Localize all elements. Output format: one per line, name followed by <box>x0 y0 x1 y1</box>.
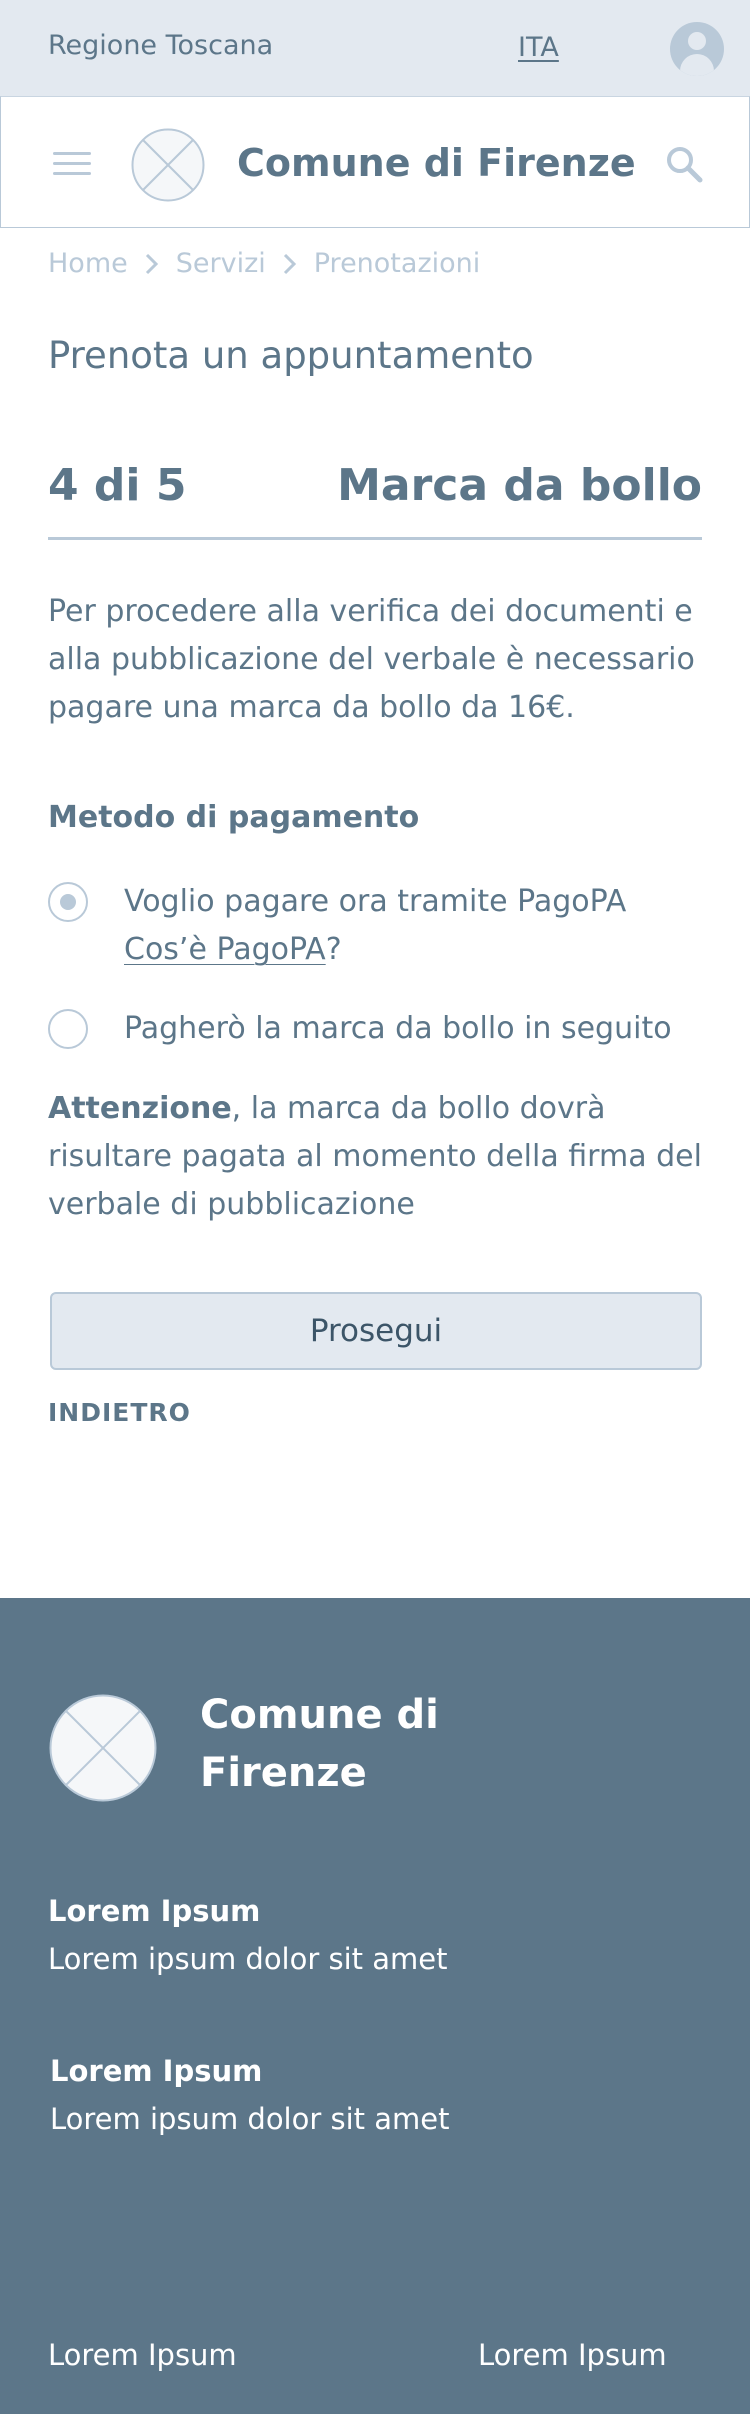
radio-pay-now[interactable] <box>48 882 88 922</box>
footer-section-text[interactable]: Lorem ipsum dolor sit amet <box>50 2102 450 2136</box>
site-footer: Comune di Firenze Lorem Ipsum Lorem ipsu… <box>0 1598 750 2414</box>
radio-pay-later-label[interactable]: Pagherò la marca da bollo in seguito <box>124 1005 672 1053</box>
footer-section-title: Lorem Ipsum <box>48 1894 261 1928</box>
radio-pay-now-label[interactable]: Voglio pagare ora tramite PagoPA Cos’è P… <box>124 878 626 974</box>
language-selector[interactable]: ITA <box>518 32 559 63</box>
search-icon[interactable] <box>665 145 705 185</box>
top-bar: Regione Toscana ITA <box>0 0 750 96</box>
site-title[interactable]: Comune di Firenze <box>237 141 636 185</box>
warning-strong: Attenzione <box>48 1091 232 1126</box>
back-button[interactable]: INDIETRO <box>48 1398 191 1427</box>
page-title: Prenota un appuntamento <box>48 334 534 377</box>
chevron-right-icon <box>283 253 296 274</box>
radio-pay-now-text: Voglio pagare ora tramite PagoPA <box>124 884 627 919</box>
footer-link[interactable]: Lorem Ipsum <box>48 2338 237 2372</box>
chevron-right-icon <box>145 253 158 274</box>
user-avatar-icon[interactable] <box>670 22 724 76</box>
breadcrumb-home[interactable]: Home <box>48 248 128 279</box>
footer-title-line1: Comune di <box>200 1692 439 1738</box>
intro-text: Per procedere alla verifica dei document… <box>48 594 695 725</box>
logo-placeholder-icon[interactable] <box>131 128 205 202</box>
step-divider <box>48 537 702 540</box>
breadcrumb: Home Servizi Prenotazioni <box>48 248 480 279</box>
footer-section-text[interactable]: Lorem ipsum dolor sit amet <box>48 1942 448 1976</box>
region-link[interactable]: Regione Toscana <box>48 30 273 61</box>
menu-icon[interactable] <box>53 152 91 176</box>
payment-method-label: Metodo di pagamento <box>48 800 420 835</box>
footer-section-title: Lorem Ipsum <box>50 2054 263 2088</box>
pagopa-info-link[interactable]: Cos’è PagoPA <box>124 932 326 967</box>
breadcrumb-prenotazioni[interactable]: Prenotazioni <box>314 248 481 279</box>
footer-title: Comune di Firenze <box>200 1686 500 1802</box>
continue-button[interactable]: Prosegui <box>50 1292 702 1370</box>
step-title: Marca da bollo <box>337 460 702 511</box>
step-counter: 4 di 5 <box>48 460 187 511</box>
footer-logo-placeholder-icon[interactable] <box>49 1694 157 1802</box>
radio-selected-dot <box>60 894 76 910</box>
footer-title-line2: Firenze <box>200 1750 367 1796</box>
radio-pay-later[interactable] <box>48 1009 88 1049</box>
breadcrumb-servizi[interactable]: Servizi <box>176 248 266 279</box>
site-header: Comune di Firenze <box>0 96 750 228</box>
footer-link[interactable]: Lorem Ipsum <box>478 2338 667 2372</box>
warning-text: Attenzione, la marca da bollo dovrà risu… <box>48 1085 702 1229</box>
pagopa-info-suffix: ? <box>325 932 342 967</box>
